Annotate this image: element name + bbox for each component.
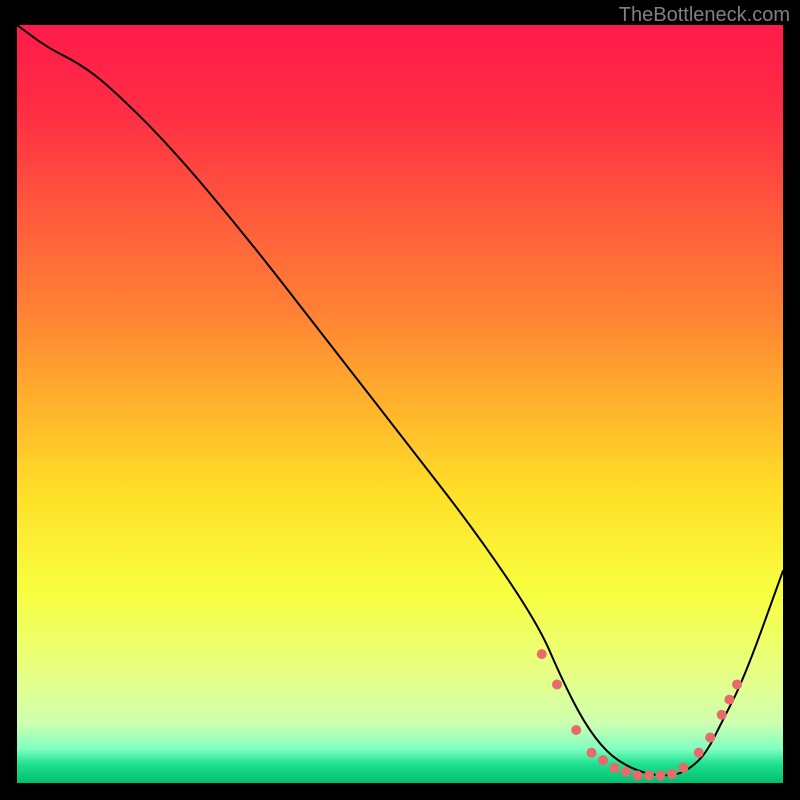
- data-point: [609, 763, 619, 773]
- data-point: [724, 695, 734, 705]
- chart-container: TheBottleneck.com: [0, 0, 800, 800]
- data-point: [717, 710, 727, 720]
- data-point: [732, 679, 742, 689]
- data-point: [705, 733, 715, 743]
- data-point: [694, 748, 704, 758]
- data-point: [552, 679, 562, 689]
- data-point: [644, 770, 654, 780]
- data-point: [537, 649, 547, 659]
- data-point: [587, 748, 597, 758]
- chart-svg: [17, 25, 783, 783]
- attribution-text: TheBottleneck.com: [619, 4, 790, 27]
- gradient-background: [17, 25, 783, 783]
- data-point: [655, 770, 665, 780]
- data-point: [678, 763, 688, 773]
- data-point: [621, 767, 631, 777]
- data-point: [571, 725, 581, 735]
- plot-area: [17, 25, 783, 783]
- data-point: [632, 770, 642, 780]
- data-point: [667, 769, 677, 779]
- data-point: [598, 755, 608, 765]
